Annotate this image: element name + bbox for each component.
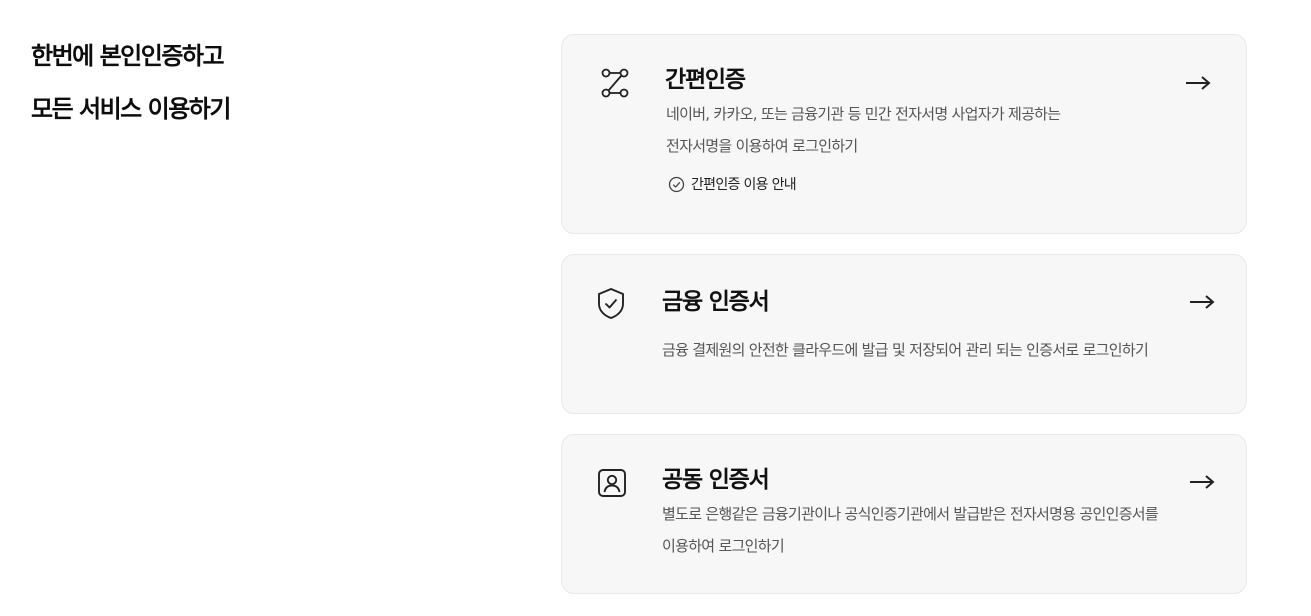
joint-cert-card[interactable]: 공동 인증서 별도로 은행같은 금융기관이나 공식인증기관에서 발급받은 전자서… bbox=[561, 434, 1247, 594]
headline: 한번에 본인인증하고 모든 서비스 이용하기 bbox=[31, 30, 231, 136]
joint-cert-desc-line-2: 이용하여 로그인하기 bbox=[662, 537, 785, 555]
simple-auth-desc-line-2: 전자서명을 이용하여 로그인하기 bbox=[666, 137, 858, 155]
check-circle-icon bbox=[668, 176, 685, 192]
auth-selection-page: 한번에 본인인증하고 모든 서비스 이용하기 간편인증 네이버, 카카오, 또는… bbox=[0, 0, 1311, 616]
user-badge-icon bbox=[598, 469, 626, 497]
arrow-right-icon[interactable] bbox=[1188, 473, 1216, 491]
arrow-right-icon[interactable] bbox=[1188, 293, 1216, 311]
financial-cert-desc-line-1: 금융 결제원의 안전한 클라우드에 발급 및 저장되어 관리 되는 인증서로 로… bbox=[662, 341, 1149, 359]
headline-line-2: 모든 서비스 이용하기 bbox=[31, 95, 231, 123]
joint-cert-desc-line-1: 별도로 은행같은 금융기관이나 공식인증기관에서 발급받은 전자서명용 공인인증… bbox=[662, 505, 1159, 523]
simple-auth-guide-label: 간편인증 이용 안내 bbox=[691, 177, 797, 193]
financial-cert-title: 금융 인증서 bbox=[662, 289, 770, 315]
joint-cert-title: 공동 인증서 bbox=[662, 467, 770, 493]
simple-auth-title: 간편인증 bbox=[665, 67, 746, 93]
shield-check-icon bbox=[598, 288, 624, 319]
headline-line-1: 한번에 본인인증하고 bbox=[31, 42, 225, 70]
arrow-right-icon[interactable] bbox=[1184, 74, 1212, 92]
simple-auth-card[interactable]: 간편인증 네이버, 카카오, 또는 금융기관 등 민간 전자서명 사업자가 제공… bbox=[561, 34, 1247, 234]
financial-cert-card[interactable]: 금융 인증서 금융 결제원의 안전한 클라우드에 발급 및 저장되어 관리 되는… bbox=[561, 254, 1247, 414]
simple-auth-guide-link[interactable]: 간편인증 이용 안내 bbox=[668, 174, 797, 194]
route-nodes-icon bbox=[601, 68, 629, 98]
simple-auth-desc-line-1: 네이버, 카카오, 또는 금융기관 등 민간 전자서명 사업자가 제공하는 bbox=[666, 105, 1061, 123]
